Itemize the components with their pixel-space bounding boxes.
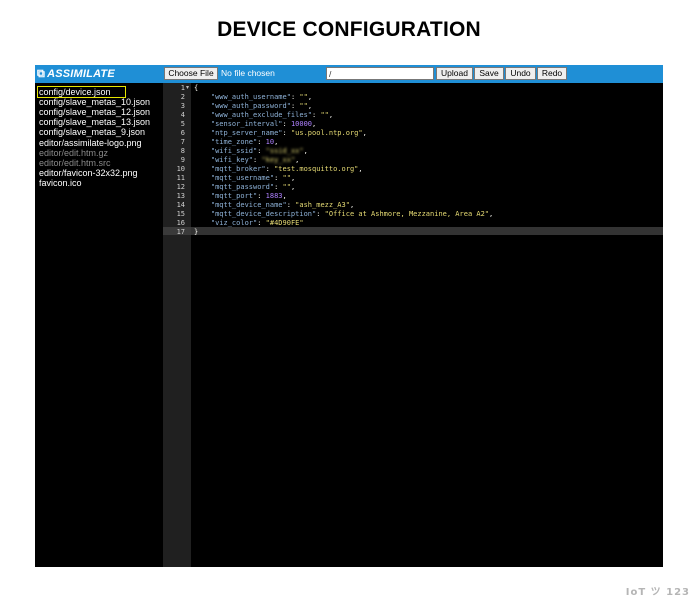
json-key: "wifi_key" — [210, 156, 254, 164]
json-key: "mqtt_port" — [210, 192, 258, 200]
code-line: "mqtt_password": "", — [210, 183, 296, 191]
line-number: 7 — [180, 138, 185, 146]
code-line: "www_auth_password": "", — [210, 102, 313, 110]
line-number: 16 — [176, 219, 185, 227]
json-value: "#4D90FE" — [265, 219, 304, 227]
toolbar: ⧉ASSIMILATE Choose File No file chosen U… — [35, 65, 663, 83]
file-item[interactable]: editor/assimilate-logo.png — [39, 138, 142, 148]
json-key: "wifi_ssid" — [210, 147, 258, 155]
code-line: "www_auth_exclude_files": "", — [210, 111, 334, 119]
json-value: "ssid_xx" — [265, 147, 304, 155]
json-value: "ash_mezz_A3" — [295, 201, 350, 209]
line-number: 14 — [176, 201, 185, 209]
file-item[interactable]: config/device.json — [37, 86, 126, 98]
code-editor[interactable]: 1 2 3 4 5 6 7 8 9 10 11 12 13 14 15 16 17 ▾ { "www_auth_u… — [163, 83, 663, 567]
json-key: "mqtt_password" — [210, 183, 275, 191]
json-value: "key_xx" — [261, 156, 296, 164]
brace: { — [194, 84, 199, 92]
json-value: 1883 — [265, 192, 283, 200]
json-value: "" — [282, 174, 291, 182]
path-input[interactable] — [326, 67, 434, 80]
code-line: "www_auth_username": "", — [210, 93, 313, 101]
line-number: 2 — [180, 93, 185, 101]
code-line: "mqtt_device_name": "ash_mezz_A3", — [210, 201, 355, 209]
json-value: "" — [320, 111, 329, 119]
code-line: "time_zone": 10, — [210, 138, 279, 146]
json-key: "mqtt_username" — [210, 174, 275, 182]
file-tree: config/device.json config/slave_metas_10.… — [35, 83, 163, 567]
json-value: "Office at Ashmore, Mezzanine, Area A2" — [324, 210, 490, 218]
line-number: 1 — [180, 84, 185, 92]
code-line: "wifi_ssid": "ssid_xx", — [210, 147, 308, 155]
file-item[interactable]: favicon.ico — [39, 178, 82, 188]
file-item[interactable]: config/slave_metas_13.json — [39, 117, 150, 127]
json-key: "time_zone" — [210, 138, 258, 146]
file-item[interactable]: config/slave_metas_12.json — [39, 107, 150, 117]
code-line: } — [194, 228, 198, 236]
json-key: "ntp_server_name" — [210, 129, 283, 137]
code-line: "sensor_interval": 10000, — [210, 120, 317, 128]
code-line: "viz_color": "#4D90FE" — [210, 219, 304, 227]
json-value: "" — [282, 183, 291, 191]
upload-button[interactable]: Upload — [436, 67, 473, 80]
json-key: "www_auth_exclude_files" — [210, 111, 313, 119]
line-number: 4 — [180, 111, 185, 119]
json-key: "www_auth_username" — [210, 93, 291, 101]
file-item[interactable]: editor/edit.htm.src — [39, 158, 111, 168]
file-item[interactable]: config/slave_metas_9.json — [39, 127, 145, 137]
line-number: 8 — [180, 147, 185, 155]
page-title: DEVICE CONFIGURATION — [217, 18, 481, 41]
undo-button[interactable]: Undo — [505, 67, 536, 80]
line-gutter: 1 2 3 4 5 6 7 8 9 10 11 12 13 14 15 16 17 ▾ — [163, 83, 191, 567]
watermark-logo: IoT ツ 123 — [625, 587, 690, 598]
json-value: "" — [299, 93, 308, 101]
brace: } — [194, 228, 199, 236]
json-value: "us.pool.ntp.org" — [290, 129, 363, 137]
choose-file-button[interactable]: Choose File — [164, 67, 218, 80]
code-line: "wifi_key": "key_xx", — [210, 156, 300, 164]
redo-button[interactable]: Redo — [537, 67, 567, 80]
json-key: "sensor_interval" — [210, 120, 283, 128]
line-number: 11 — [176, 174, 185, 182]
line-number: 3 — [180, 102, 185, 110]
code-line: "mqtt_device_description": "Office at As… — [210, 210, 494, 218]
logo-text: ASSIMILATE — [47, 68, 115, 80]
logo-mark-icon: ⧉ — [37, 68, 46, 80]
line-number: 13 — [176, 192, 185, 200]
save-button[interactable]: Save — [474, 67, 504, 80]
json-value: "" — [299, 102, 308, 110]
code-line: "ntp_server_name": "us.pool.ntp.org", — [210, 129, 367, 137]
no-file-label: No file chosen — [221, 68, 275, 78]
json-value: "test.mosquitto.org" — [274, 165, 359, 173]
file-item[interactable]: editor/favicon-32x32.png — [39, 168, 138, 178]
code-line: "mqtt_broker": "test.mosquitto.org", — [210, 165, 363, 173]
line-number: 9 — [180, 156, 185, 164]
code-line: "mqtt_username": "", — [210, 174, 296, 182]
line-number: 5 — [180, 120, 185, 128]
editor-app: ⧉ASSIMILATE Choose File No file chosen U… — [35, 65, 663, 567]
line-number: 10 — [176, 165, 185, 173]
code-line: { — [194, 84, 198, 92]
fold-arrow-icon[interactable]: ▾ — [186, 84, 191, 92]
line-number: 17 — [176, 228, 185, 236]
active-line-highlight — [191, 227, 663, 235]
json-key: "mqtt_device_name" — [210, 201, 287, 209]
file-item[interactable]: config/slave_metas_10.json — [39, 97, 150, 107]
file-item[interactable]: editor/edit.htm.gz — [39, 148, 108, 158]
json-key: "viz_color" — [210, 219, 258, 227]
line-number: 15 — [176, 210, 185, 218]
code-line: "mqtt_port": 1883, — [210, 192, 287, 200]
json-value: 10 — [265, 138, 275, 146]
json-key: "mqtt_broker" — [210, 165, 266, 173]
json-key: "www_auth_password" — [210, 102, 291, 110]
json-value: 10000 — [290, 120, 313, 128]
line-number: 12 — [176, 183, 185, 191]
line-number: 6 — [180, 129, 185, 137]
json-key: "mqtt_device_description" — [210, 210, 317, 218]
assimilate-logo: ⧉ ASSIMILATE — [37, 67, 115, 81]
